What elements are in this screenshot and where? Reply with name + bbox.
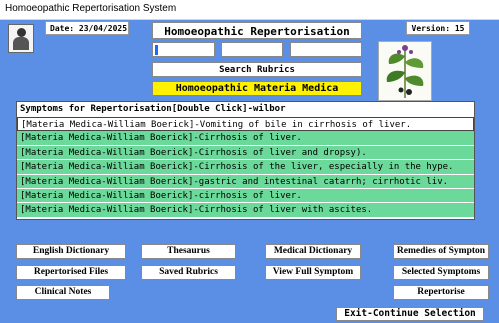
medical-dictionary-button[interactable]: Medical Dictionary <box>265 244 361 259</box>
search-input-1[interactable] <box>152 42 215 57</box>
saved-rubrics-button[interactable]: Saved Rubrics <box>141 265 236 280</box>
text-caret <box>155 45 158 55</box>
symptom-row[interactable]: [Materia Medica-William Boerick]-Cirrhos… <box>17 145 474 161</box>
symptom-row[interactable]: [Materia Medica-William Boerick]-Vomitin… <box>17 117 474 132</box>
symptom-row[interactable]: [Materia Medica-William Boerick]-gastric… <box>17 174 474 189</box>
exit-continue-selection-button[interactable]: Exit-Continue Selection <box>336 307 484 321</box>
app-title: Homoeopathic Repertorisation <box>152 22 362 39</box>
symptom-row[interactable]: [Materia Medica-William Boerick]-Cirrhos… <box>17 160 474 175</box>
herb-plant-icon <box>378 41 432 101</box>
symptom-row[interactable]: [Materia Medica-William Boerick]-cirrhos… <box>17 188 474 204</box>
thesaurus-button[interactable]: Thesaurus <box>141 244 236 259</box>
symptom-row[interactable]: [Materia Medica-William Boerick]-Cirrhos… <box>17 203 474 218</box>
symptoms-list[interactable]: Symptoms for Repertorisation[Double Clic… <box>16 101 475 220</box>
portrait-icon <box>8 24 34 53</box>
view-full-symptom-button[interactable]: View Full Symptom <box>265 265 361 280</box>
window-title: Homoeopathic Repertorisation System <box>5 3 177 14</box>
remedies-of-symptom-button[interactable]: Remedies of Sympton <box>393 244 489 259</box>
symptoms-list-header: Symptoms for Repertorisation[Double Clic… <box>20 104 286 114</box>
date-label: Date: 23/04/2025 <box>45 21 129 35</box>
symptom-row[interactable]: [Materia Medica-William Boerick]-Cirrhos… <box>17 131 474 146</box>
search-rubrics-button[interactable]: Search Rubrics <box>152 62 362 77</box>
version-label: Version: 15 <box>406 21 470 35</box>
selected-symptoms-button[interactable]: Selected Symptoms <box>393 265 489 280</box>
clinical-notes-button[interactable]: Clinical Notes <box>16 285 110 300</box>
repertorise-button[interactable]: Repertorise <box>393 285 489 300</box>
search-input-3[interactable] <box>290 42 362 57</box>
materia-medica-button[interactable]: Homoeopathic Materia Medica <box>152 81 362 96</box>
english-dictionary-button[interactable]: English Dictionary <box>16 244 126 259</box>
repertorised-files-button[interactable]: Repertorised Files <box>16 265 126 280</box>
window-titlebar: Homoeopathic Repertorisation System <box>0 0 499 20</box>
search-input-2[interactable] <box>221 42 283 57</box>
